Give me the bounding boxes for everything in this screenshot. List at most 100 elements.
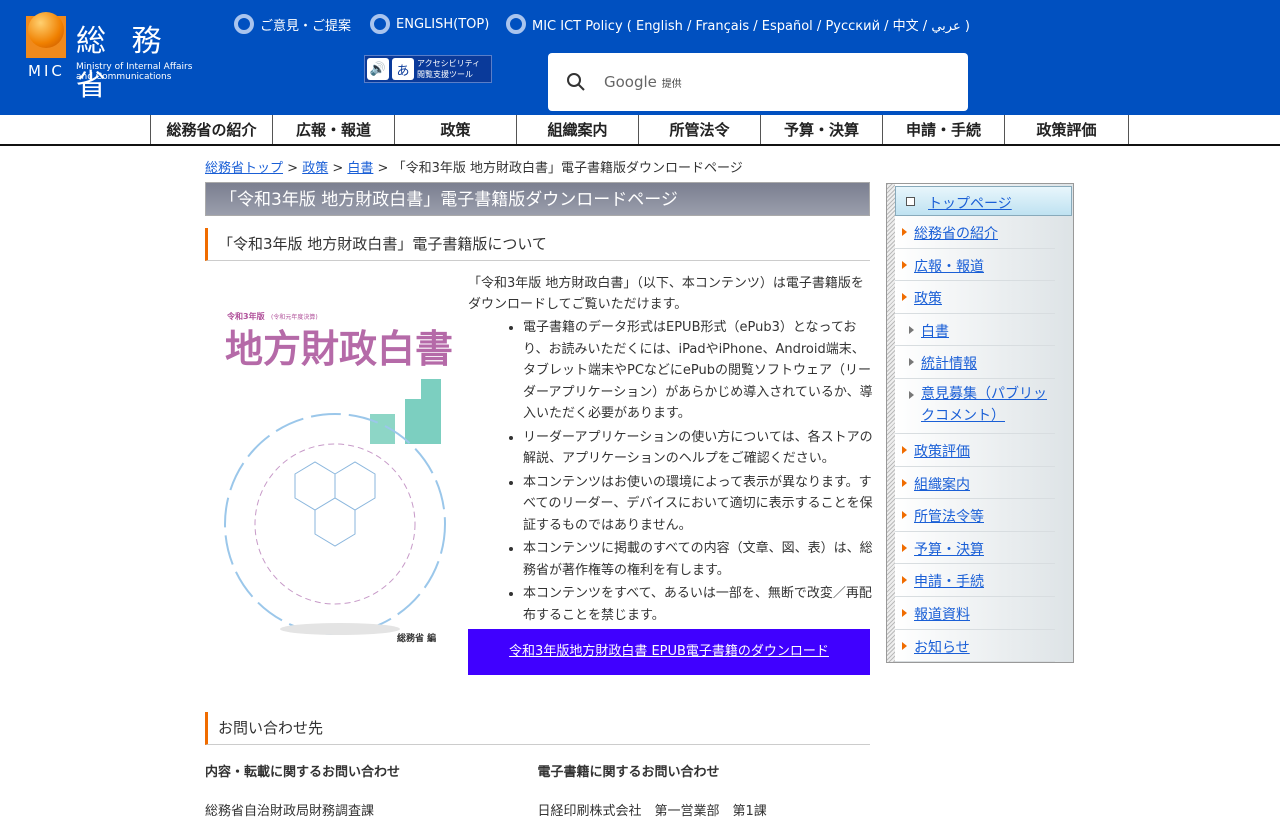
list-item: リーダーアプリケーションの使い方については、各ストアの解説、アプリケーションのヘ… <box>523 427 873 470</box>
sidebar-link[interactable]: 所管法令等 <box>914 509 984 525</box>
main-content: 「令和3年版 地方財政白書」電子書籍版ダウンロードページ 「令和3年版 地方財政… <box>205 182 873 819</box>
nav-item[interactable]: 総務省の紹介 <box>150 115 272 144</box>
breadcrumb: 総務省トップ > 政策 > 白書 > 「令和3年版 地方財政白書」電子書籍版ダウ… <box>205 157 743 176</box>
nav-item[interactable]: 広報・報道 <box>272 115 394 144</box>
site-header: 総 務 省 MIC Ministry of Internal Affairs an… <box>0 0 1280 115</box>
contact-ebook: 電子書籍に関するお問い合わせ日経印刷株式会社 第一営業部 第1課 <box>538 761 871 819</box>
sidebar-item[interactable]: 組織案内 <box>895 467 1055 500</box>
sidebar-link[interactable]: 申請・手続 <box>914 574 984 590</box>
google-brand: Google 提供 <box>604 73 682 91</box>
list-item: 電子書籍のデータ形式はEPUB形式（ePub3）となっており、お読みいただくには… <box>523 317 873 425</box>
contact-body: 日経印刷株式会社 第一営業部 第1課 <box>537 804 767 819</box>
mic-logo[interactable]: 総 務 省 MIC Ministry of Internal Affairs an… <box>26 12 216 103</box>
contact-heading: お問い合わせ先 <box>205 712 870 745</box>
logo-kanji: 総 務 省 <box>76 24 170 103</box>
sidebar-link[interactable]: 広報・報道 <box>914 259 984 275</box>
search-input[interactable]: Google 提供 <box>548 53 968 111</box>
speaker-icon: 🔊 <box>367 58 389 80</box>
epub-download-link[interactable]: 令和3年版地方財政白書 EPUB電子書籍のダウンロード <box>509 644 829 659</box>
accessibility-tool-button[interactable]: 🔊 あアクセシビリティ 閲覧支援ツール <box>364 55 492 83</box>
sidebar-item[interactable]: 政策評価 <box>895 434 1055 467</box>
nav-item[interactable]: 組織案内 <box>516 115 638 144</box>
sidebar-link[interactable]: 統計情報 <box>921 356 977 372</box>
breadcrumb-current: 「令和3年版 地方財政白書」電子書籍版ダウンロードページ <box>392 161 743 176</box>
sidebar-link[interactable]: 報道資料 <box>914 607 970 623</box>
link-label: ご意見・ご提案 <box>260 18 352 34</box>
cover-edition: 令和3年版 <box>226 311 265 321</box>
sidebar-item[interactable]: 統計情報 <box>895 346 1055 379</box>
english-link[interactable]: ENGLISH(TOP) <box>370 14 489 34</box>
logo-en-line2: and Communications <box>76 72 172 82</box>
section-heading: 「令和3年版 地方財政白書」電子書籍版について <box>205 228 870 261</box>
logo-mic: MIC <box>28 62 65 80</box>
breadcrumb-whitepaper[interactable]: 白書 <box>347 161 373 176</box>
breadcrumb-home[interactable]: 総務省トップ <box>205 161 283 176</box>
sidebar-link[interactable]: 予算・決算 <box>914 542 984 558</box>
breadcrumb-policy[interactable]: 政策 <box>302 161 328 176</box>
sidebar-item[interactable]: 総務省の紹介 <box>895 216 1055 249</box>
sidebar-item[interactable]: 申請・手続 <box>895 564 1055 597</box>
sidebar-link[interactable]: 意見募集（パブリックコメント） <box>921 386 1047 424</box>
sidebar-item[interactable]: 所管法令等 <box>895 499 1055 532</box>
list-item: 本コンテンツに掲載のすべての内容（文章、図、表）は、総務省が著作権等の権利を有し… <box>523 538 873 581</box>
sidebar-item[interactable]: 白書 <box>895 314 1055 347</box>
breadcrumb-sep: > <box>283 161 303 176</box>
contact-head: 電子書籍に関するお問い合わせ <box>537 765 720 780</box>
sidebar-item[interactable]: 意見募集（パブリックコメント） <box>895 379 1055 434</box>
sidebar-link[interactable]: 白書 <box>921 324 949 340</box>
link-label: MIC ICT Policy ( English / Français / Es… <box>532 18 970 34</box>
sidebar-link[interactable]: 政策評価 <box>914 444 970 460</box>
radio-icon <box>506 14 526 34</box>
ict-policy-link[interactable]: MIC ICT Policy ( English / Français / Es… <box>506 14 970 34</box>
sidebar-item[interactable]: 広報・報道 <box>895 249 1055 282</box>
breadcrumb-sep: > <box>328 161 348 176</box>
sidebar-top-link[interactable]: トップページ <box>928 196 1012 212</box>
cover-sub: (令和元年度決算) <box>271 313 318 321</box>
hiragana-icon: あ <box>392 58 414 80</box>
sidebar-item[interactable]: 政策 <box>895 281 1055 314</box>
download-box: 令和3年版地方財政白書 EPUB電子書籍のダウンロード <box>468 629 870 675</box>
sidebar-top-page[interactable]: トップページ <box>895 186 1072 216</box>
link-label: ENGLISH(TOP) <box>396 16 490 32</box>
page-title: 「令和3年版 地方財政白書」電子書籍版ダウンロードページ <box>205 182 870 216</box>
logo-sphere <box>28 12 64 48</box>
breadcrumb-sep: > <box>373 161 393 176</box>
sidebar-link[interactable]: お知らせ <box>914 640 970 656</box>
contact-section: お問い合わせ先 内容・転載に関するお問い合わせ 総務省自治財政局財務調査課 電子書… <box>205 700 870 819</box>
sidebar-item[interactable]: 予算・決算 <box>895 532 1055 565</box>
intro-paragraph: 「令和3年版 地方財政白書」（以下、本コンテンツ）は電子書籍版をダウンロードして… <box>468 276 864 312</box>
nav-item[interactable]: 所管法令 <box>638 115 760 144</box>
notes-list: 電子書籍のデータ形式はEPUB形式（ePub3）となっており、お読みいただくには… <box>523 317 873 626</box>
accessibility-label: アクセシビリティ 閲覧支援ツール <box>417 58 480 80</box>
nav-item[interactable]: 政策評価 <box>1004 115 1129 144</box>
global-nav: 総務省の紹介 広報・報道 政策 組織案内 所管法令 予算・決算 申請・手続 政策評価 <box>0 115 1280 146</box>
nav-item[interactable]: 申請・手続 <box>882 115 1004 144</box>
logo-english: Ministry of Internal Affairs and Communic… <box>76 62 192 82</box>
opinion-link[interactable]: ご意見・ご提案 <box>234 14 351 34</box>
nav-item[interactable]: 予算・決算 <box>760 115 882 144</box>
cover-title: 地方財政白書 <box>225 327 453 371</box>
sidebar-link[interactable]: 総務省の紹介 <box>914 226 998 242</box>
sidebar-item[interactable]: お知らせ <box>895 630 1055 663</box>
sidebar-item[interactable]: 報道資料 <box>895 597 1055 630</box>
contact-content: 内容・転載に関するお問い合わせ 総務省自治財政局財務調査課 <box>205 761 538 819</box>
logo-en-line1: Ministry of Internal Affairs <box>76 62 193 72</box>
list-item: 本コンテンツはお使いの環境によって表示が異なります。すべてのリーダー、デバイスに… <box>523 472 873 537</box>
sidebar-link[interactable]: 政策 <box>914 291 942 307</box>
contact-head: 内容・転載に関するお問い合わせ <box>205 765 401 780</box>
search-icon[interactable] <box>566 72 586 92</box>
intro-text: 「令和3年版 地方財政白書」（以下、本コンテンツ）は電子書籍版をダウンロードして… <box>468 274 873 628</box>
cover-publisher: 総務省 編 <box>397 632 436 644</box>
radio-icon <box>234 14 254 34</box>
contact-body: 総務省自治財政局財務調査課 <box>205 804 375 819</box>
list-item: 本コンテンツをすべて、あるいは一部を、無断で改変／再配布することを禁じます。 <box>523 583 873 626</box>
provided-text: 提供 <box>661 79 682 90</box>
acc-l2: 閲覧支援ツール <box>417 70 473 79</box>
nav-item[interactable]: 政策 <box>394 115 516 144</box>
radio-icon <box>370 14 390 34</box>
google-text: Google <box>604 73 657 91</box>
sidebar-link[interactable]: 組織案内 <box>914 477 970 493</box>
book-cover-image: 令和3年版 (令和元年度決算) 地方財政白書 総務省 編 <box>224 311 453 644</box>
acc-l1: アクセシビリティ <box>417 59 481 68</box>
sidebar: トップページ 総務省の紹介 広報・報道政策白書統計情報意見募集（パブリックコメント… <box>886 183 1074 663</box>
